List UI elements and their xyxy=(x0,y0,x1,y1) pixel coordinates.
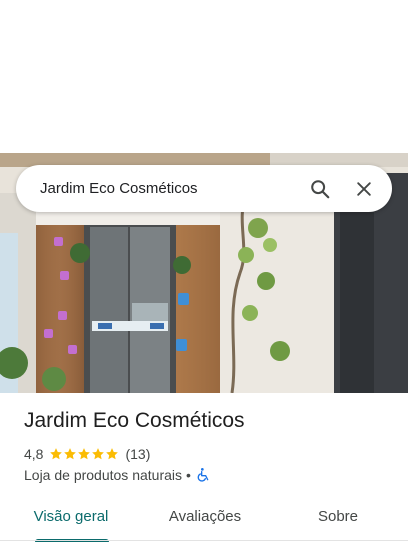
star-icon xyxy=(92,448,105,460)
tab-overview[interactable]: Visão geral xyxy=(0,496,142,542)
tab-label: Sobre xyxy=(317,507,359,525)
search-icon xyxy=(311,179,330,198)
star-icon xyxy=(64,448,77,460)
clear-search-button[interactable] xyxy=(342,167,386,211)
separator-dot: • xyxy=(186,467,191,483)
review-count[interactable]: (13) xyxy=(125,446,150,462)
rating-row[interactable]: 4,8 (13) xyxy=(24,445,150,463)
tabs-divider xyxy=(0,540,408,541)
wheelchair-icon xyxy=(197,468,209,482)
category-row: Loja de produtos naturais • xyxy=(24,466,211,484)
search-query[interactable]: Jardim Eco Cosméticos xyxy=(16,180,298,197)
search-bar[interactable]: Jardim Eco Cosméticos xyxy=(16,165,392,212)
search-button[interactable] xyxy=(298,167,342,211)
star-icon xyxy=(106,448,119,460)
close-icon xyxy=(357,181,371,196)
tab-label: Avaliações xyxy=(168,507,242,525)
tab-about[interactable]: Sobre xyxy=(268,496,408,536)
star-icon xyxy=(50,448,63,460)
place-name: Jardim Eco Cosméticos xyxy=(24,409,245,432)
rating-stars xyxy=(49,447,119,461)
tab-label: Visão geral xyxy=(33,507,109,525)
star-icon xyxy=(78,448,91,460)
place-category: Loja de produtos naturais xyxy=(24,467,182,483)
blank-top-area xyxy=(0,0,408,153)
place-tabs: Visão geral Avaliações Sobre xyxy=(0,496,408,542)
rating-value: 4,8 xyxy=(24,446,44,462)
tab-reviews[interactable]: Avaliações xyxy=(142,496,268,536)
